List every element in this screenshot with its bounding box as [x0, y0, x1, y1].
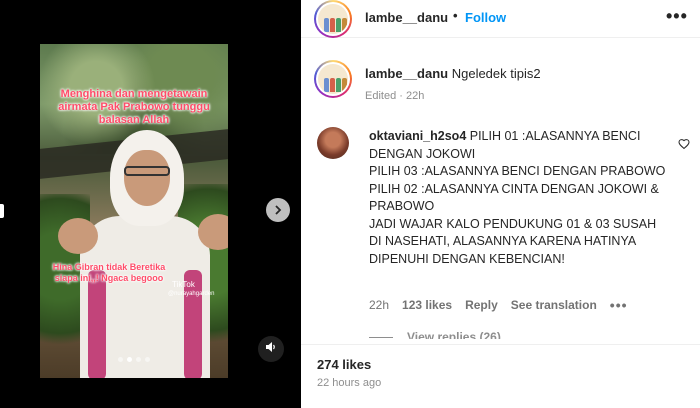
- video-person: [58, 130, 228, 378]
- mute-button[interactable]: [258, 336, 284, 362]
- separator-dot: •: [453, 8, 458, 23]
- caption-text: Ngeledek tipis2: [451, 66, 541, 81]
- video-player[interactable]: Menghina dan mengetawain airmata Pak Pra…: [40, 44, 228, 378]
- edited-timestamp: Edited · 22h: [365, 90, 425, 102]
- carousel-dot: [136, 357, 141, 362]
- reply-button[interactable]: Reply: [465, 298, 498, 312]
- carousel-dots: [118, 357, 150, 362]
- avatar[interactable]: [314, 0, 352, 38]
- heart-icon: [678, 137, 690, 154]
- comment-meta: 22h 123 likes Reply See translation •••: [369, 297, 628, 313]
- comment-line: PILIH 02 :ALASANNYA CINTA DENGAN JOKOWI …: [369, 181, 659, 214]
- video-overlay-text-top: Menghina dan mengetawain airmata Pak Pra…: [58, 88, 210, 127]
- follow-button[interactable]: Follow: [465, 10, 506, 25]
- comment-more-icon[interactable]: •••: [610, 297, 628, 313]
- video-overlay-text-mid: Hina Gibran tidak Beretika siapa ini,,! …: [52, 262, 166, 283]
- comment-body: oktaviani_h2so4 PILIH 01 :ALASANNYA BENC…: [369, 128, 669, 268]
- carousel-dot-active: [127, 357, 132, 362]
- chevron-right-icon: [273, 202, 283, 218]
- post-panel: lambe__danu • Follow ••• lambe__danu Nge…: [301, 0, 700, 408]
- next-button[interactable]: [266, 198, 290, 222]
- tiktok-watermark: TikTok: [172, 280, 195, 289]
- view-replies-button[interactable]: View replies (26): [369, 330, 501, 339]
- more-options-icon[interactable]: •••: [666, 6, 688, 27]
- post-timestamp: 22 hours ago: [317, 377, 382, 389]
- media-pane: Menghina dan mengetawain airmata Pak Pra…: [0, 0, 301, 408]
- comment-line: JADI WAJAR KALO PENDUKUNG 01 & 03 SUSAH …: [369, 216, 657, 266]
- comment-username[interactable]: oktaviani_h2so4: [369, 129, 466, 143]
- see-translation-button[interactable]: See translation: [511, 298, 597, 312]
- divider: [301, 344, 700, 345]
- header-username[interactable]: lambe__danu: [365, 10, 448, 25]
- prev-post-edge[interactable]: [0, 204, 4, 218]
- comment-like-button[interactable]: [678, 137, 690, 155]
- post-likes[interactable]: 274 likes: [317, 357, 371, 372]
- caption-username[interactable]: lambe__danu: [365, 66, 448, 81]
- caption: lambe__danu Ngeledek tipis2: [365, 66, 541, 81]
- comment-time: 22h: [369, 298, 390, 312]
- comment-likes[interactable]: 123 likes: [402, 298, 452, 312]
- comment-avatar[interactable]: [317, 127, 349, 159]
- carousel-dot: [118, 357, 123, 362]
- comment-line: PILIH 03 :ALASANNYA BENCI DENGAN PRABOWO: [369, 164, 666, 178]
- post-header: lambe__danu • Follow •••: [301, 0, 700, 38]
- speaker-icon: [265, 340, 277, 358]
- caption-avatar[interactable]: [314, 60, 352, 98]
- tiktok-watermark-user: @nurayahgarden: [168, 291, 215, 297]
- carousel-dot: [145, 357, 150, 362]
